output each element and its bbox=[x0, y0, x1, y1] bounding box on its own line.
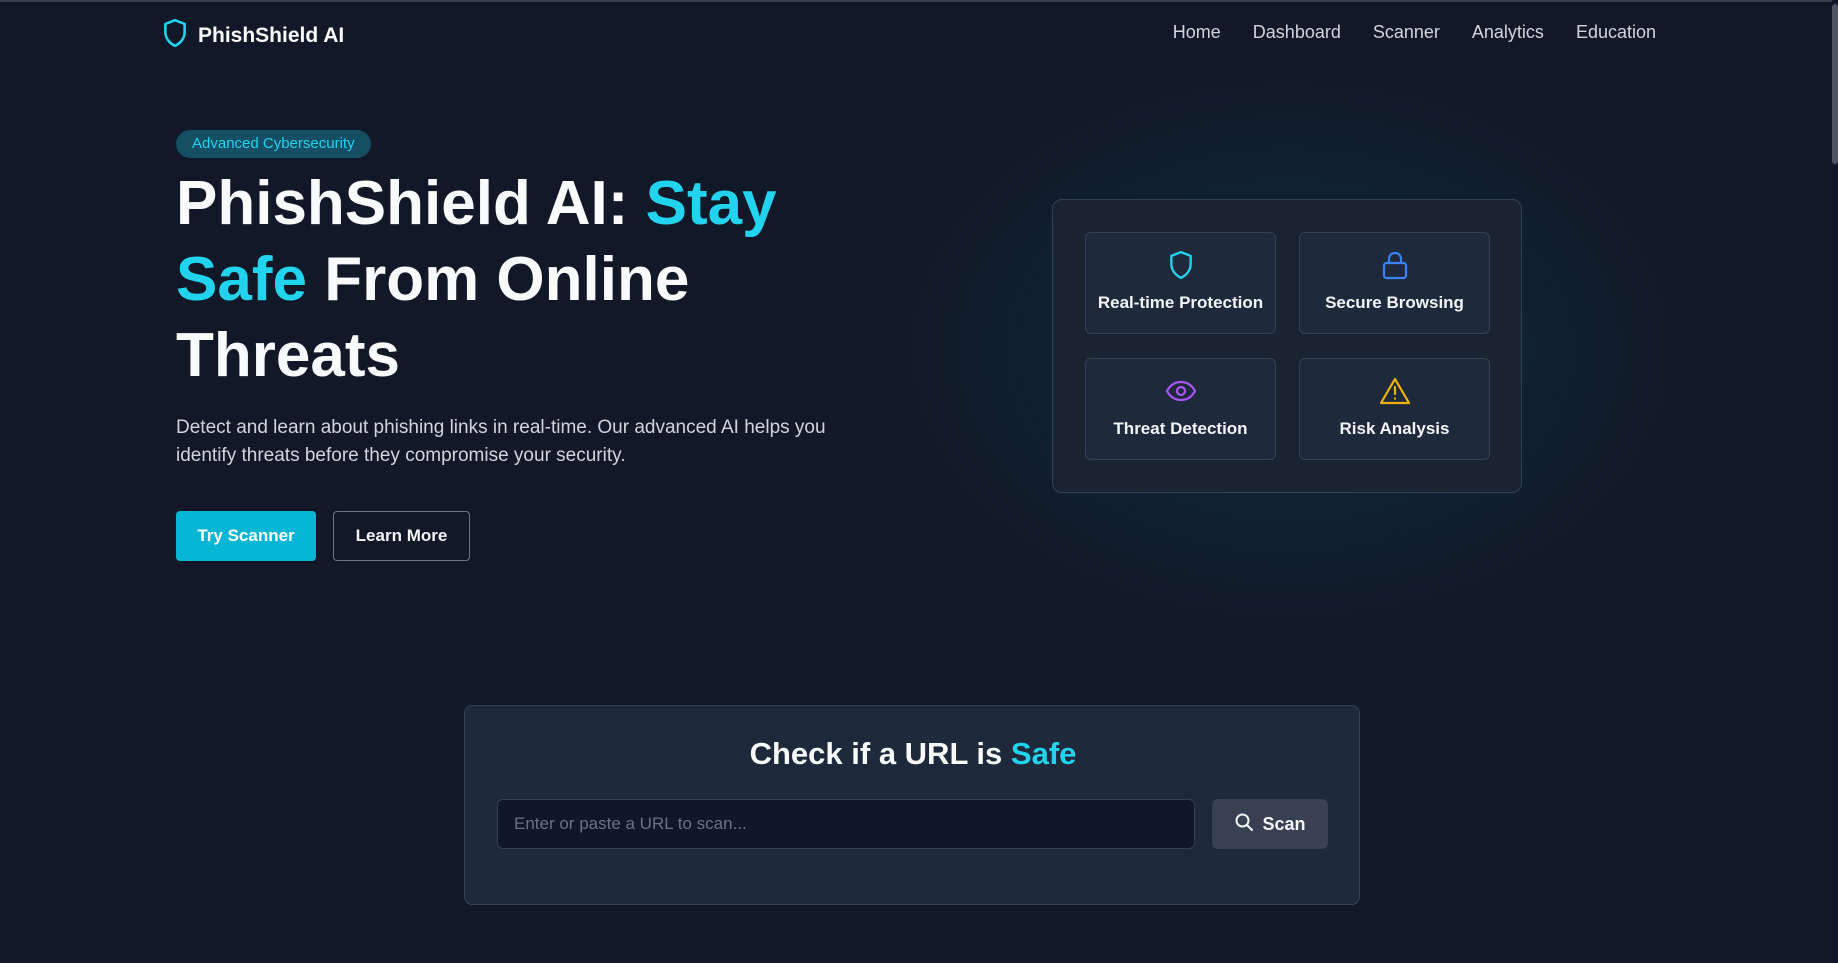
scanner-title: Check if a URL is Safe bbox=[465, 736, 1361, 772]
hero-description: Detect and learn about phishing links in… bbox=[176, 417, 826, 466]
feature-label: Secure Browsing bbox=[1325, 293, 1464, 312]
feature-label: Risk Analysis bbox=[1339, 419, 1450, 438]
scan-button[interactable]: Scan bbox=[1212, 799, 1328, 849]
nav-link-dashboard[interactable]: Dashboard bbox=[1253, 22, 1341, 43]
scrollbar-thumb[interactable] bbox=[1832, 4, 1838, 164]
feature-label: Real-time Protection bbox=[1097, 293, 1264, 312]
feature-label: Threat Detection bbox=[1113, 419, 1248, 438]
nav-link-education[interactable]: Education bbox=[1576, 22, 1656, 43]
feature-card-threat-detection: Threat Detection bbox=[1085, 358, 1276, 460]
url-scanner-card: Check if a URL is Safe Scan bbox=[464, 705, 1360, 905]
nav-link-scanner[interactable]: Scanner bbox=[1373, 22, 1440, 43]
learn-more-button[interactable]: Learn More bbox=[333, 511, 470, 561]
brand-logo[interactable]: PhishShield AI bbox=[162, 18, 344, 53]
feature-card-risk-analysis: Risk Analysis bbox=[1299, 358, 1490, 460]
warning-icon bbox=[1379, 375, 1411, 407]
scanner-title-part1: Check if a URL is bbox=[749, 736, 1011, 771]
feature-panel: Real-time Protection Secure Browsing Thr… bbox=[1052, 199, 1522, 493]
hero-title-part1: PhishShield AI: bbox=[176, 169, 646, 238]
feature-card-secure-browsing: Secure Browsing bbox=[1299, 232, 1490, 334]
brand-name: PhishShield AI bbox=[198, 23, 345, 47]
try-scanner-button[interactable]: Try Scanner bbox=[176, 511, 316, 561]
nav-link-analytics[interactable]: Analytics bbox=[1472, 22, 1544, 43]
search-icon bbox=[1234, 812, 1254, 837]
nav-links: Home Dashboard Scanner Analytics Educati… bbox=[1173, 22, 1656, 43]
eye-icon bbox=[1165, 375, 1197, 407]
top-navbar: PhishShield AI Home Dashboard Scanner An… bbox=[0, 0, 1830, 68]
shield-icon bbox=[162, 18, 188, 53]
lock-icon bbox=[1381, 249, 1409, 281]
hero-badge: Advanced Cybersecurity bbox=[176, 130, 371, 158]
scan-button-label: Scan bbox=[1262, 813, 1306, 834]
scanner-title-highlight: Safe bbox=[1010, 736, 1077, 771]
nav-link-home[interactable]: Home bbox=[1173, 22, 1221, 43]
shield-icon bbox=[1168, 249, 1194, 281]
hero-title: PhishShield AI: Stay Safe From Online Th… bbox=[176, 166, 896, 394]
feature-card-realtime-protection: Real-time Protection bbox=[1085, 232, 1276, 334]
url-input[interactable] bbox=[497, 799, 1195, 849]
